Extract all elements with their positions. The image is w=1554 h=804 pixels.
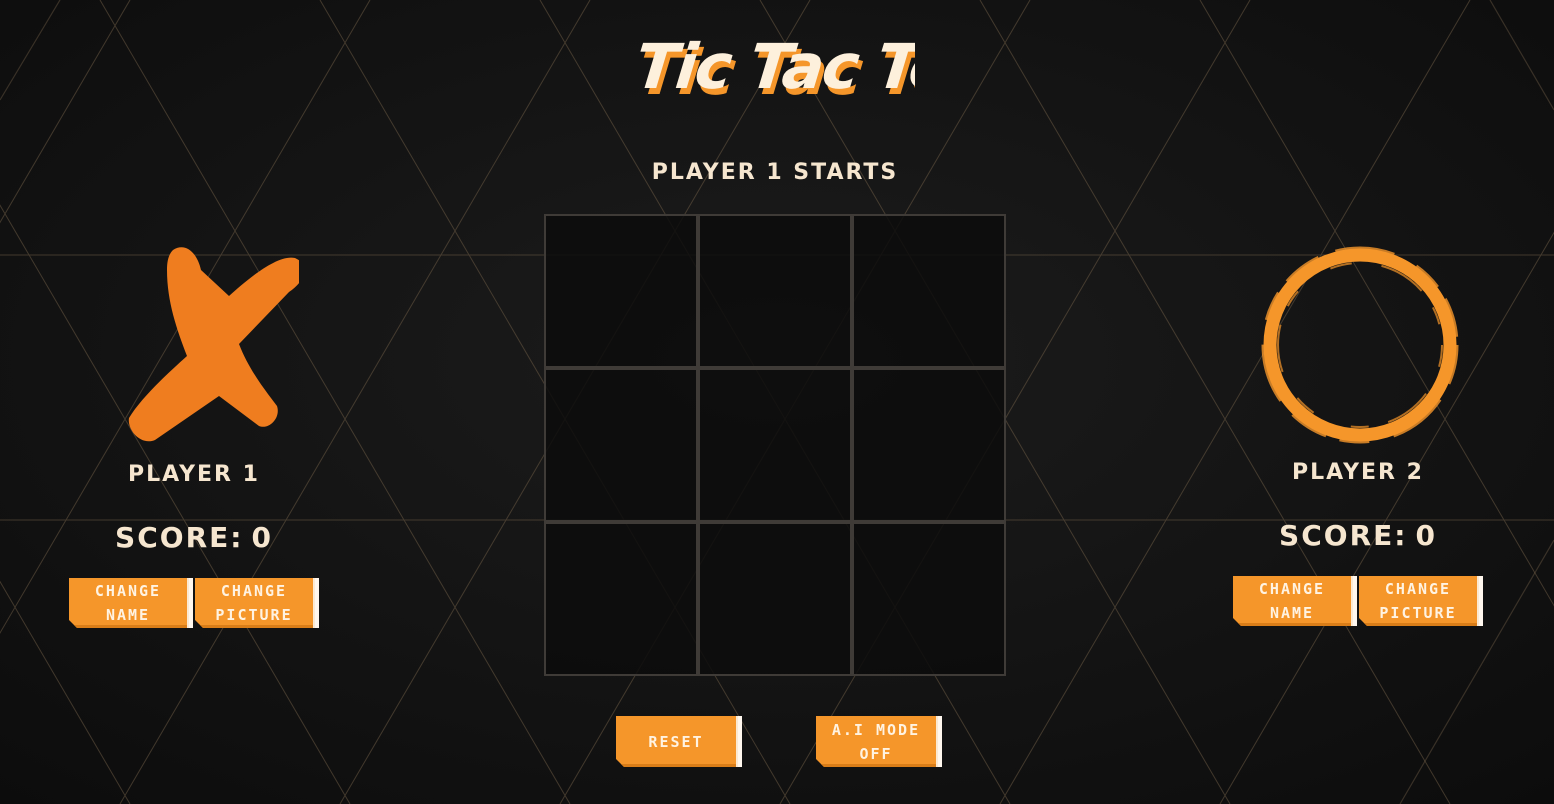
- player-1-actions: Change Name Change Picture: [64, 578, 324, 628]
- board-cell-3[interactable]: [852, 214, 1006, 368]
- score-label: Score:: [115, 521, 244, 554]
- board-cell-2[interactable]: [698, 214, 852, 368]
- player-1-name: Player 1: [128, 462, 260, 487]
- change-picture-button[interactable]: Change Picture: [195, 578, 319, 628]
- board-cell-5[interactable]: [698, 368, 852, 522]
- change-name-button[interactable]: Change Name: [69, 578, 193, 628]
- score-value: 0: [1415, 519, 1437, 552]
- player-1-score: Score: 0: [64, 520, 324, 556]
- player-2-score: Score: 0: [1228, 518, 1488, 554]
- change-name-button[interactable]: Change Name: [1233, 576, 1357, 626]
- board-cell-8[interactable]: [698, 522, 852, 676]
- player-2-panel: Player 2 Score: 0 Change Name Change Pict…: [1228, 238, 1488, 626]
- game-status: Player 1 starts: [651, 160, 899, 185]
- board-cell-6[interactable]: [852, 368, 1006, 522]
- ai-mode-toggle-button[interactable]: A.I Mode Off: [816, 716, 942, 767]
- board-cell-1[interactable]: [544, 214, 698, 368]
- player-1-panel: Player 1 Score: 0 Change Name Change Pict…: [64, 240, 324, 628]
- o-ring-icon: [1261, 246, 1459, 444]
- player-2-name: Player 2: [1292, 460, 1424, 485]
- player-2-actions: Change Name Change Picture: [1228, 576, 1488, 626]
- board-cell-7[interactable]: [544, 522, 698, 676]
- game-board: [544, 214, 1006, 676]
- reset-button[interactable]: Reset: [616, 716, 742, 767]
- x-mark-icon: [128, 247, 299, 442]
- change-picture-button[interactable]: Change Picture: [1359, 576, 1483, 626]
- score-label: Score:: [1279, 519, 1408, 552]
- title-logo: Tic Tac Toe Tic Tac Toe: [639, 30, 915, 109]
- score-value: 0: [251, 521, 273, 554]
- game-title: Tic Tac Toe Tic Tac Toe: [639, 18, 915, 113]
- svg-text:Tic Tac Toe: Tic Tac Toe: [639, 30, 915, 103]
- board-cell-9[interactable]: [852, 522, 1006, 676]
- board-cell-4[interactable]: [544, 368, 698, 522]
